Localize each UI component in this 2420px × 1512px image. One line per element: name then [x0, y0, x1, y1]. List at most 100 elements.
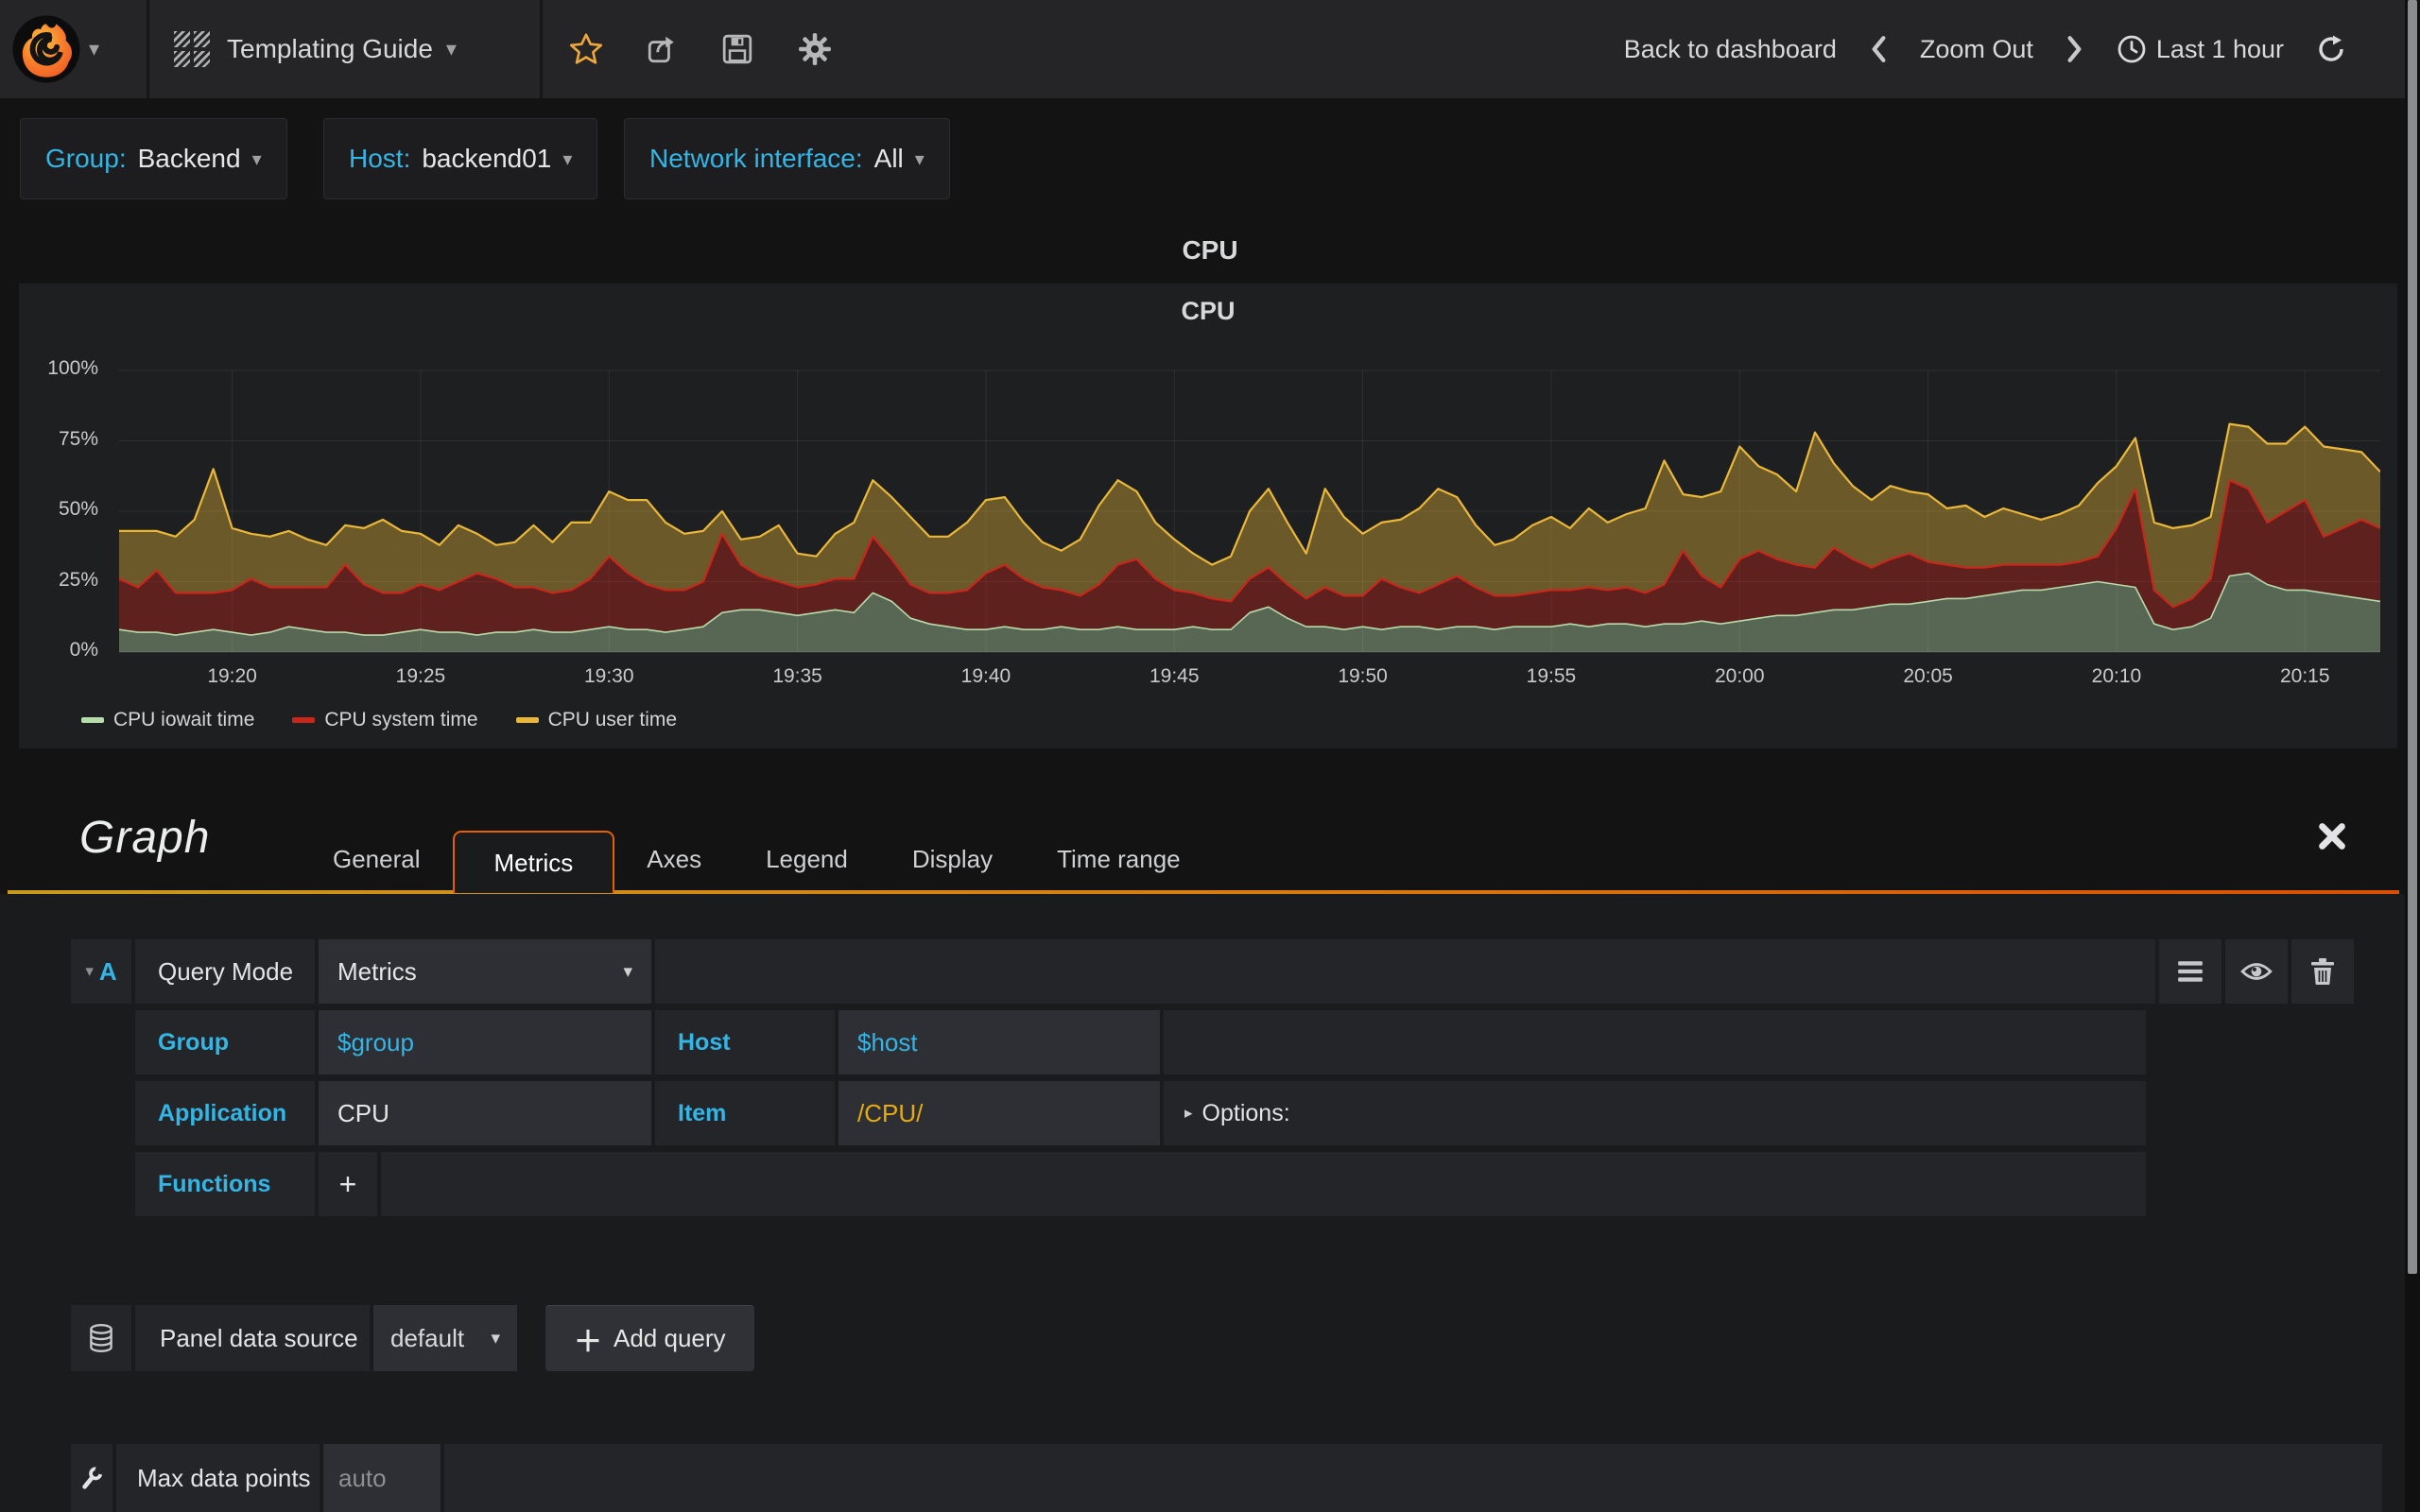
- star-button[interactable]: [556, 0, 616, 98]
- chevron-down-icon: ▾: [562, 148, 573, 170]
- template-variables-bar: Group: Backend ▾ Host: backend01 ▾ Netwo…: [0, 98, 2420, 217]
- y-axis-label: 75%: [58, 427, 98, 450]
- save-button[interactable]: [707, 0, 768, 98]
- host-input[interactable]: [857, 1027, 1141, 1057]
- row-filler: [655, 939, 2155, 1004]
- time-back-button[interactable]: [1869, 35, 1888, 63]
- query-delete-button[interactable]: [2291, 939, 2354, 1004]
- max-data-points-input[interactable]: [338, 1463, 425, 1493]
- query-row-functions: Functions +: [71, 1152, 2146, 1216]
- menu-icon: [2178, 961, 2203, 982]
- application-field-wrap: [319, 1081, 651, 1145]
- variable-group[interactable]: Group: Backend ▾: [20, 118, 287, 199]
- cpu-stacked-area-chart[interactable]: [118, 369, 2381, 656]
- tab-metrics[interactable]: Metrics: [452, 831, 615, 893]
- add-query-label: Add query: [614, 1324, 726, 1352]
- metrics-tab-content: ▾ A Query Mode Metrics ▾ Group $group Ho…: [0, 894, 2420, 1512]
- panel-title[interactable]: CPU: [19, 297, 2397, 326]
- x-axis-label: 20:10: [2091, 665, 2142, 687]
- datasource-select[interactable]: default ▾: [373, 1305, 517, 1371]
- legend-swatch: [81, 717, 104, 723]
- tab-general[interactable]: General: [301, 825, 453, 893]
- panel-editor-header: Graph General Metrics Axes Legend Displa…: [0, 748, 2420, 893]
- legend-item[interactable]: CPU iowait time: [81, 709, 254, 731]
- max-data-points-field-wrap: [323, 1444, 441, 1512]
- tab-display[interactable]: Display: [880, 825, 1025, 893]
- x-axis-label: 20:05: [1903, 665, 1953, 687]
- host-field-wrap: [838, 1010, 1160, 1074]
- query-row-application-item: Application Item ▸ Options:: [71, 1081, 2146, 1145]
- grafana-logo-icon: [11, 14, 81, 84]
- close-editor-button[interactable]: [2318, 822, 2346, 850]
- dashboard-icon: [174, 31, 210, 67]
- divider: [147, 0, 149, 98]
- tab-legend[interactable]: Legend: [734, 825, 880, 893]
- legend-label: CPU iowait time: [113, 709, 255, 730]
- wrench-icon-cell: [71, 1444, 112, 1512]
- query-toggle-visibility-button[interactable]: [2225, 939, 2288, 1004]
- chart-legend: CPU iowait time CPU system time CPU user t…: [81, 709, 677, 731]
- variable-network-value: All: [873, 144, 904, 173]
- page-scrollbar: [2405, 0, 2420, 1512]
- x-axis-label: 19:40: [960, 665, 1011, 687]
- chevron-down-icon: ▾: [914, 148, 925, 170]
- share-button[interactable]: [631, 0, 692, 98]
- variable-network-label: Network interface:: [649, 144, 863, 173]
- back-to-dashboard-button[interactable]: Back to dashboard: [1624, 35, 1837, 64]
- chevron-down-icon: ▾: [251, 148, 262, 170]
- group-input[interactable]: [337, 1027, 632, 1057]
- x-axis-label: 20:00: [1714, 665, 1765, 687]
- refresh-button[interactable]: [2316, 34, 2346, 64]
- x-axis-label: 19:30: [583, 665, 634, 687]
- close-icon: [2319, 823, 2345, 850]
- variable-host-value: backend01: [422, 144, 552, 173]
- eye-icon: [2240, 963, 2273, 980]
- tab-time-range[interactable]: Time range: [1025, 825, 1213, 893]
- options-toggle[interactable]: ▸ Options:: [1164, 1081, 2146, 1145]
- time-forward-button[interactable]: [2066, 35, 2084, 63]
- wrench-icon: [82, 1466, 104, 1489]
- group-field-wrap: [319, 1010, 651, 1074]
- x-axis-label: 19:50: [1338, 665, 1388, 687]
- chevron-down-icon: ▾: [623, 961, 632, 982]
- query-collapse-toggle[interactable]: ▾ A: [71, 939, 131, 1004]
- variable-host-label: Host:: [349, 144, 411, 173]
- variable-host[interactable]: Host: backend01 ▾: [323, 118, 598, 199]
- item-input[interactable]: [857, 1098, 1141, 1128]
- add-query-button[interactable]: ＋ Add query: [545, 1305, 754, 1371]
- y-axis-label: 50%: [58, 498, 98, 520]
- legend-label: CPU system time: [324, 709, 478, 730]
- save-icon: [722, 34, 752, 64]
- x-axis-label: 20:15: [2279, 665, 2330, 687]
- y-axis-label: 100%: [47, 357, 98, 379]
- plus-icon: ＋: [574, 1326, 602, 1358]
- query-menu-button[interactable]: [2159, 939, 2221, 1004]
- settings-button[interactable]: [785, 0, 845, 98]
- datasource-value: default: [390, 1323, 465, 1352]
- x-axis-label: 19:55: [1526, 665, 1577, 687]
- refresh-icon: [2319, 35, 2343, 61]
- time-range-button[interactable]: Last 1 hour: [2117, 34, 2284, 64]
- x-axis: 19:20 19:25 19:30 19:35 19:40 19:45 19:50 19:55…: [119, 665, 2380, 697]
- chevron-left-icon: [1872, 36, 1886, 62]
- grafana-logo-button[interactable]: ▾: [11, 12, 121, 86]
- gear-icon: [799, 33, 831, 65]
- dashboard-title-button[interactable]: Templating Guide ▾: [227, 0, 457, 98]
- panel-options-row: Max data points: [71, 1444, 2382, 1512]
- add-function-button[interactable]: +: [319, 1152, 377, 1216]
- functions-label: Functions: [135, 1152, 315, 1216]
- x-axis-label: 19:25: [395, 665, 446, 687]
- query-mode-label: Query Mode: [135, 939, 315, 1004]
- zoom-out-button[interactable]: Zoom Out: [1920, 35, 2033, 64]
- application-input[interactable]: [337, 1098, 632, 1128]
- x-axis-label: 19:35: [772, 665, 822, 687]
- legend-item[interactable]: CPU user time: [515, 709, 677, 731]
- tab-axes[interactable]: Axes: [614, 825, 734, 893]
- panel-fullscreen-title: CPU: [1182, 235, 1238, 265]
- variable-network-interface[interactable]: Network interface: All ▾: [624, 118, 950, 199]
- scrollbar-thumb[interactable]: [2408, 0, 2417, 1274]
- chevron-right-icon: ▸: [1184, 1104, 1193, 1122]
- legend-item[interactable]: CPU system time: [292, 709, 478, 731]
- item-label: Item: [655, 1081, 835, 1145]
- query-mode-select[interactable]: Metrics ▾: [319, 939, 651, 1004]
